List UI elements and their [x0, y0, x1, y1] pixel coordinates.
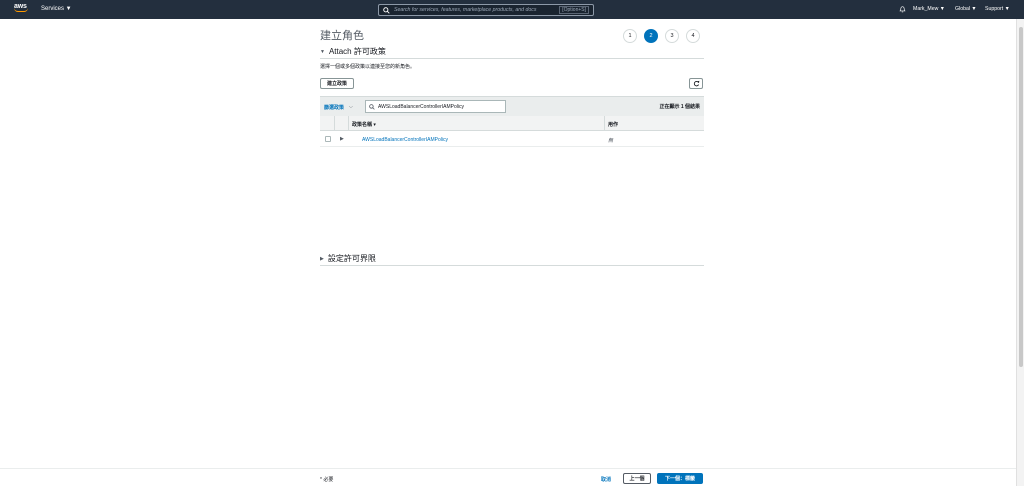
column-divider [334, 116, 335, 131]
create-policy-button[interactable]: 建立政策 [320, 78, 354, 89]
expand-row-icon[interactable]: ▶ [340, 136, 344, 142]
attach-policies-heading: Attach 許可政策 [328, 47, 386, 56]
step-1[interactable]: 1 [623, 29, 637, 43]
step-2: 2 [644, 29, 658, 43]
wizard-footer: * 必要 取消 上一個 下一個：標籤 [0, 468, 1016, 486]
search-shortcut: [Option+S] [559, 6, 589, 14]
scrollbar-thumb[interactable] [1019, 27, 1023, 367]
divider [320, 58, 704, 59]
global-search-bar[interactable]: Search for services, features, marketpla… [378, 4, 594, 16]
divider [320, 265, 704, 266]
vertical-scrollbar[interactable] [1016, 19, 1024, 486]
support-menu[interactable]: Support ▼ [985, 6, 1010, 12]
step-4: 4 [686, 29, 700, 43]
policy-name-link[interactable]: AWSLoadBalancerControllerIAMPolicy [362, 137, 448, 143]
cancel-button[interactable]: 取消 [601, 476, 611, 483]
aws-logo-text: aws [14, 3, 27, 10]
permissions-boundary-header[interactable]: ▶ 設定許可界限 [320, 253, 376, 264]
policy-search-value: AWSLoadBalancerControllerIAMPolicy [378, 103, 464, 110]
bell-icon[interactable] [899, 6, 906, 13]
caret-right-icon: ▶ [320, 255, 324, 262]
refresh-icon [693, 80, 699, 87]
attach-policies-header[interactable]: ▼ Attach 許可政策 [320, 46, 386, 57]
results-count: 正在顯示 1 個結果 [659, 104, 700, 110]
user-menu[interactable]: Mark_Mew ▼ [913, 6, 945, 12]
services-menu[interactable]: Services ▼ [41, 6, 72, 12]
column-divider [604, 116, 605, 131]
column-divider [348, 116, 349, 131]
chevron-down-icon[interactable]: ⌵ [349, 104, 353, 110]
top-navigation-bar: aws Services ▼ Search for services, feat… [0, 0, 1024, 19]
attach-description: 選擇一個或多個政策以連接至您的新角色。 [320, 64, 416, 70]
search-placeholder: Search for services, features, marketpla… [394, 7, 537, 13]
step-3: 3 [665, 29, 679, 43]
column-header-policy-name[interactable]: 政策名稱 ▾ [352, 121, 376, 128]
search-icon [383, 6, 390, 14]
previous-button[interactable]: 上一個 [623, 473, 651, 484]
table-header: 政策名稱 ▾ 用作 [320, 116, 704, 131]
page-title: 建立角色 [320, 30, 364, 42]
search-icon [369, 103, 375, 110]
policy-usage: 無 [608, 138, 614, 144]
row-checkbox[interactable] [325, 136, 331, 142]
table-row: ▶ AWSLoadBalancerControllerIAMPolicy 無 [320, 132, 704, 147]
refresh-button[interactable] [689, 78, 703, 89]
aws-logo[interactable]: aws [14, 3, 32, 15]
region-menu[interactable]: Global ▼ [955, 6, 977, 12]
permissions-boundary-heading: 設定許可界限 [327, 254, 376, 263]
table-toolbar: 篩選政策 ⌵ AWSLoadBalancerControllerIAMPolic… [320, 96, 704, 116]
filter-policies-dropdown[interactable]: 篩選政策 [324, 104, 344, 111]
required-note: * 必要 [320, 477, 334, 483]
caret-down-icon: ▼ [320, 48, 325, 55]
column-header-usage: 用作 [608, 122, 619, 128]
policy-search-input[interactable]: AWSLoadBalancerControllerIAMPolicy [365, 100, 506, 113]
next-tags-button[interactable]: 下一個：標籤 [657, 473, 703, 484]
